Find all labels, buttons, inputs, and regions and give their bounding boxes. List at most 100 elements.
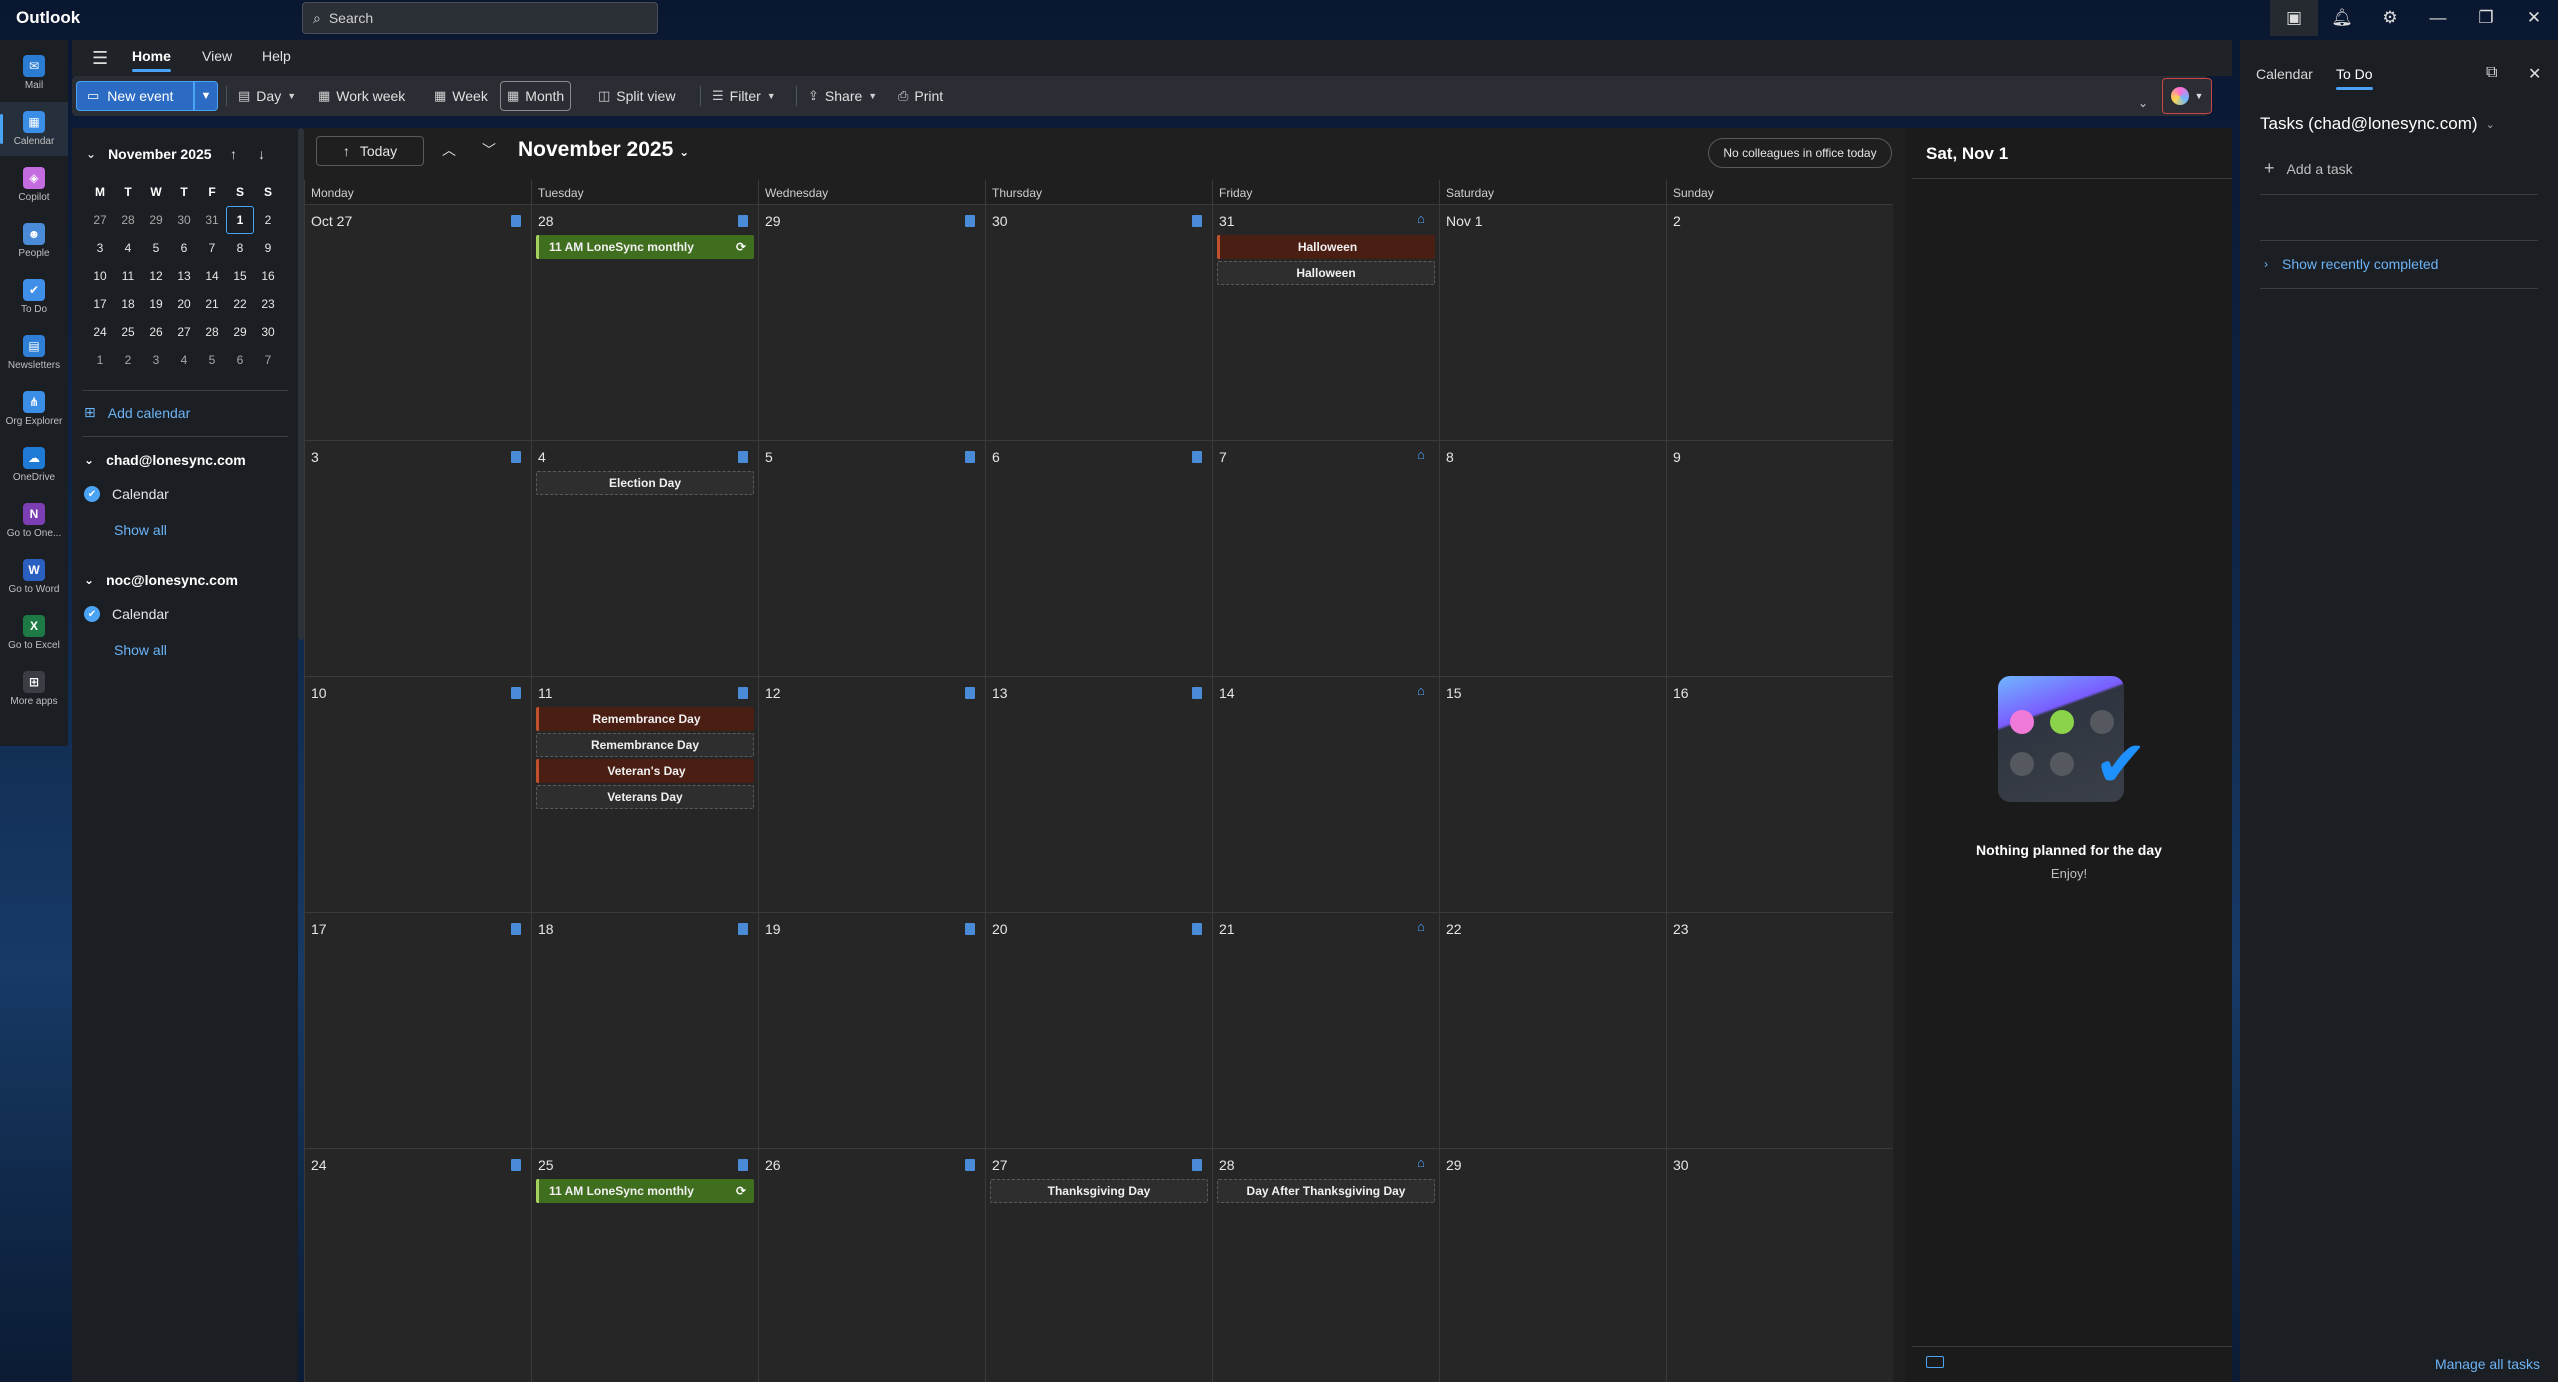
mini-day[interactable]: 30 (254, 318, 282, 346)
calendar-event[interactable]: 11 AM LoneSync monthly ⟳ (536, 1179, 754, 1203)
filter-button[interactable]: ☰ Filter ▼ (706, 81, 782, 111)
restore-icon[interactable]: ❐ (2462, 0, 2510, 36)
calendar-event[interactable]: Veterans Day (536, 785, 754, 809)
hamburger-menu-icon[interactable]: ☰ (92, 48, 108, 69)
mini-day[interactable]: 11 (114, 262, 142, 290)
tab-view[interactable]: View (202, 48, 232, 64)
day-cell[interactable]: 21 ⌂ (1212, 912, 1439, 1148)
mini-day[interactable]: 28 (198, 318, 226, 346)
tab-help[interactable]: Help (262, 48, 291, 64)
mini-day[interactable]: 28 (114, 206, 142, 234)
add-task-input[interactable]: + Add a task (2264, 158, 2353, 179)
calendar-event[interactable]: Election Day (536, 471, 754, 495)
work-location-office-icon[interactable] (511, 215, 521, 227)
rail-item-newsletters[interactable]: ▤ Newsletters (0, 326, 68, 380)
day-cell[interactable]: 28 11 AM LoneSync monthly ⟳ (531, 204, 758, 440)
day-cell[interactable]: 22 (1439, 912, 1666, 1148)
mini-day[interactable]: 2 (254, 206, 282, 234)
day-cell[interactable]: 27 Thanksgiving Day (985, 1148, 1212, 1382)
mini-day[interactable]: 8 (226, 234, 254, 262)
mini-day[interactable]: 27 (170, 318, 198, 346)
mini-day[interactable]: 23 (254, 290, 282, 318)
rail-item-people[interactable]: ☻ People (0, 214, 68, 268)
calendar-event[interactable]: Halloween (1217, 261, 1435, 285)
mini-day[interactable]: 26 (142, 318, 170, 346)
mini-day[interactable]: 18 (114, 290, 142, 318)
calendar-event[interactable]: 11 AM LoneSync monthly ⟳ (536, 235, 754, 259)
day-cell[interactable]: 11 Remembrance Day Remembrance Day Veteran'… (531, 676, 758, 912)
mini-day[interactable]: 7 (198, 234, 226, 262)
rail-item-calendar[interactable]: ▦ Calendar (0, 102, 68, 156)
close-pane-icon[interactable]: ✕ (2528, 64, 2541, 84)
collapse-chevron-icon[interactable]: ⌄ (86, 147, 96, 161)
mini-day[interactable]: 6 (170, 234, 198, 262)
mini-day[interactable]: 5 (198, 346, 226, 374)
search-box[interactable]: ⌕ Search (302, 2, 658, 34)
day-cell[interactable]: 3 (304, 440, 531, 676)
work-location-office-icon[interactable] (738, 1159, 748, 1171)
work-location-office-icon[interactable] (738, 451, 748, 463)
search-placeholder[interactable]: Search (329, 10, 373, 26)
calendar-title[interactable]: November 2025 ⌄ (518, 138, 689, 162)
rail-item-go-to-word[interactable]: W Go to Word (0, 550, 68, 604)
tab-calendar[interactable]: Calendar (2256, 66, 2313, 82)
work-location-office-icon[interactable] (965, 215, 975, 227)
close-icon[interactable]: ✕ (2510, 0, 2558, 36)
next-month-icon[interactable]: ﹀ (482, 140, 496, 160)
day-cell[interactable]: 8 (1439, 440, 1666, 676)
work-location-office-icon[interactable] (511, 1159, 521, 1171)
day-cell[interactable]: 25 11 AM LoneSync monthly ⟳ (531, 1148, 758, 1382)
day-cell[interactable]: 4 Election Day (531, 440, 758, 676)
calendar-item-chad[interactable]: ✔ Calendar (84, 486, 169, 502)
mini-day[interactable]: 1 (226, 206, 254, 234)
mini-day[interactable]: 29 (142, 206, 170, 234)
account-header-chad[interactable]: ⌄ chad@lonesync.com (84, 452, 246, 468)
tab-todo[interactable]: To Do (2336, 66, 2373, 90)
mini-day[interactable]: 15 (226, 262, 254, 290)
mini-day[interactable]: 4 (114, 234, 142, 262)
work-location-office-icon[interactable] (965, 687, 975, 699)
week-button[interactable]: ▦ Week (428, 81, 494, 111)
new-event-dropdown[interactable]: ▼ (194, 81, 218, 111)
day-cell[interactable]: 10 (304, 676, 531, 912)
work-location-office-icon[interactable] (1192, 687, 1202, 699)
mini-day[interactable]: 24 (86, 318, 114, 346)
day-cell[interactable]: 16 (1666, 676, 1893, 912)
mini-day[interactable]: 5 (142, 234, 170, 262)
mini-day[interactable]: 2 (114, 346, 142, 374)
mini-day[interactable]: 4 (170, 346, 198, 374)
day-cell[interactable]: 28 ⌂ Day After Thanksgiving Day (1212, 1148, 1439, 1382)
rail-item-more-apps[interactable]: ⊞ More apps (0, 662, 68, 716)
day-cell[interactable]: 14 ⌂ (1212, 676, 1439, 912)
mini-day[interactable]: 6 (226, 346, 254, 374)
print-button[interactable]: ⎙ Print (892, 81, 949, 111)
day-cell[interactable]: 26 (758, 1148, 985, 1382)
day-cell[interactable]: 2 (1666, 204, 1893, 440)
mini-day[interactable]: 30 (170, 206, 198, 234)
day-cell[interactable]: 20 (985, 912, 1212, 1148)
day-cell[interactable]: 30 (1666, 1148, 1893, 1382)
mini-day[interactable]: 7 (254, 346, 282, 374)
month-button[interactable]: ▦ Month (500, 81, 572, 111)
day-cell[interactable]: 19 (758, 912, 985, 1148)
mini-day[interactable]: 16 (254, 262, 282, 290)
account-header-noc[interactable]: ⌄ noc@lonesync.com (84, 572, 238, 588)
rail-item-to-do[interactable]: ✔ To Do (0, 270, 68, 324)
copilot-button[interactable]: ▼ (2162, 78, 2212, 114)
rail-item-onedrive[interactable]: ☁ OneDrive (0, 438, 68, 492)
mini-day[interactable]: 12 (142, 262, 170, 290)
calendar-event[interactable]: Thanksgiving Day (990, 1179, 1208, 1203)
mini-day[interactable]: 17 (86, 290, 114, 318)
work-location-office-icon[interactable] (738, 215, 748, 227)
calendar-event[interactable]: Day After Thanksgiving Day (1217, 1179, 1435, 1203)
day-cell[interactable]: 6 (985, 440, 1212, 676)
calendar-event[interactable]: Halloween (1217, 235, 1435, 259)
work-location-home-icon[interactable]: ⌂ (1417, 1156, 1429, 1169)
mini-day[interactable]: 20 (170, 290, 198, 318)
work-location-office-icon[interactable] (511, 687, 521, 699)
mini-day[interactable]: 21 (198, 290, 226, 318)
show-all-link[interactable]: Show all (114, 642, 167, 658)
mini-day[interactable]: 3 (86, 234, 114, 262)
mini-day[interactable]: 31 (198, 206, 226, 234)
rail-item-go-to-excel[interactable]: X Go to Excel (0, 606, 68, 660)
